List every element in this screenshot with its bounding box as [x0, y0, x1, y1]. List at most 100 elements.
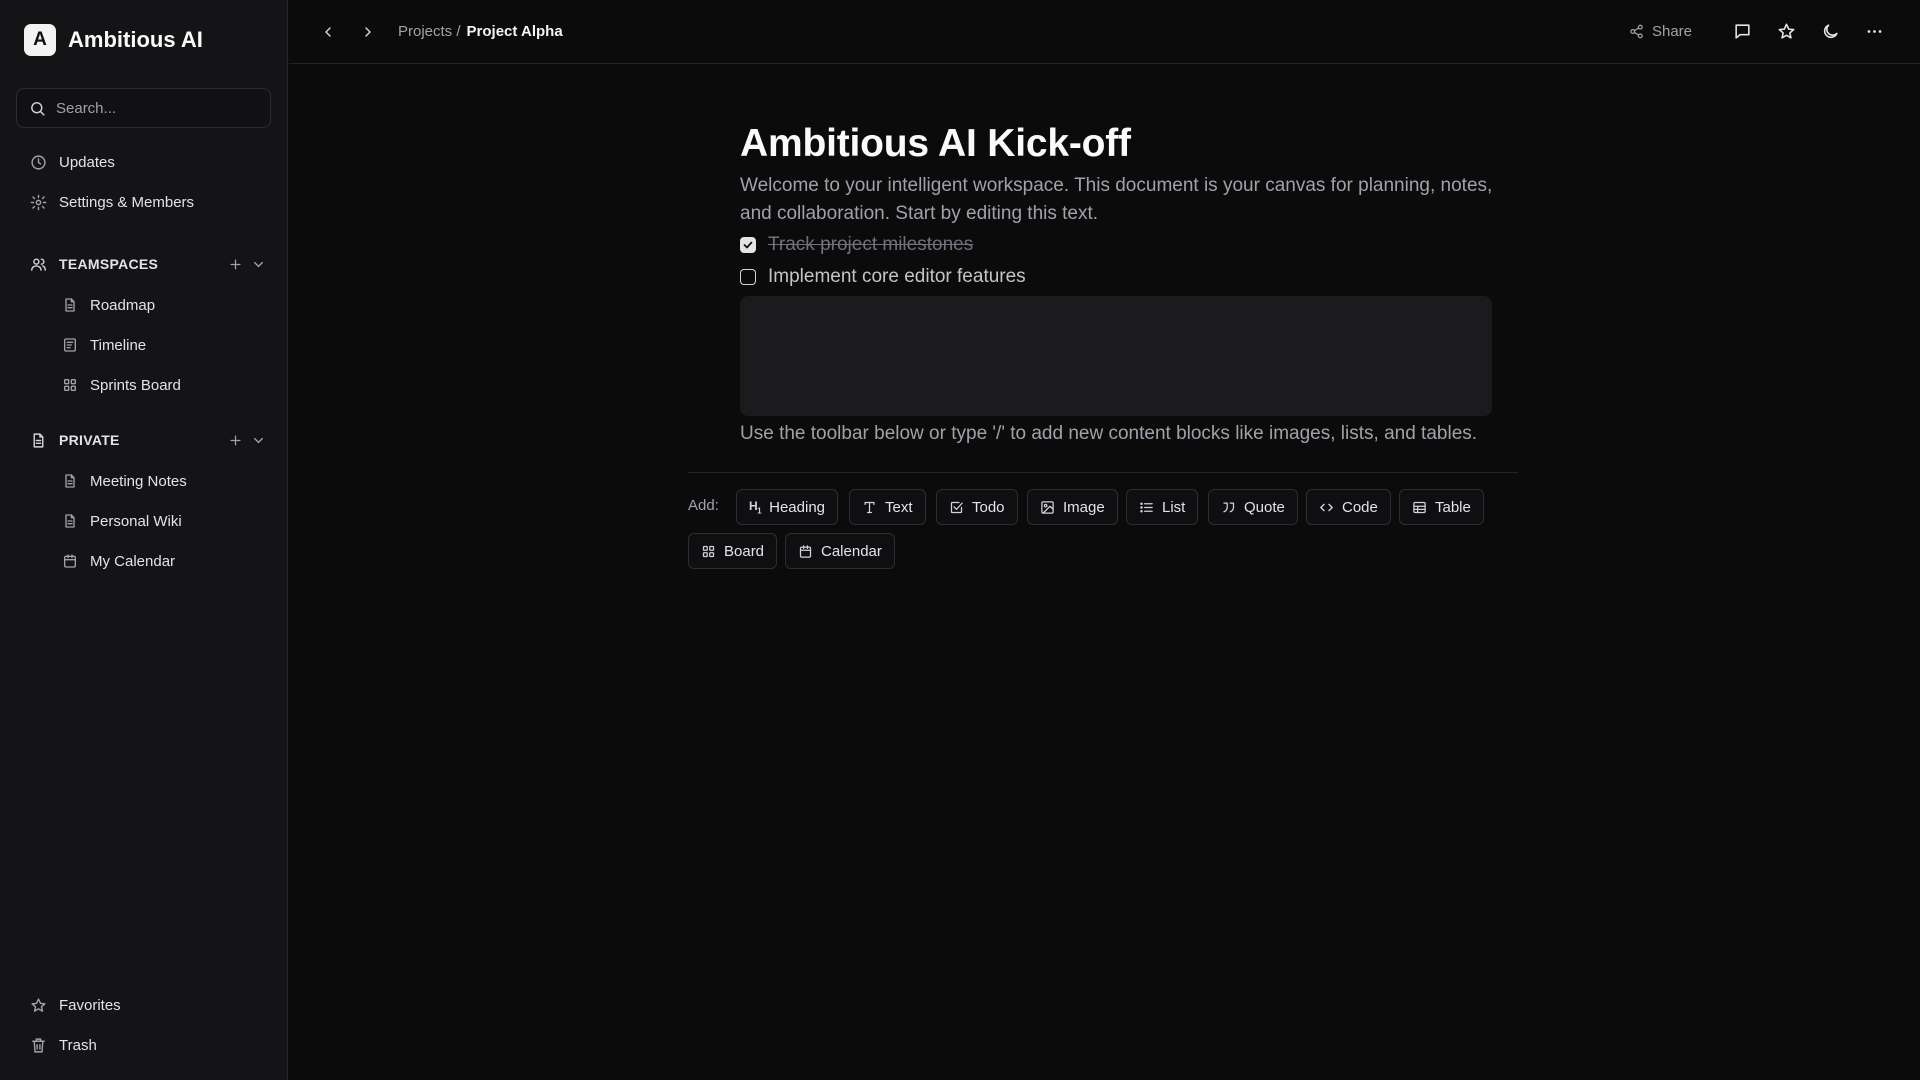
add-text-button[interactable]: Text: [849, 489, 926, 525]
image-icon: [1040, 500, 1055, 515]
sidebar-item-meeting-notes[interactable]: Meeting Notes: [52, 463, 272, 499]
quote-icon: [1221, 500, 1236, 515]
chevron-down-icon[interactable]: [251, 257, 266, 272]
add-todo-button[interactable]: Todo: [936, 489, 1018, 525]
sidebar-item-timeline[interactable]: Timeline: [52, 327, 272, 363]
table-icon: [1412, 500, 1427, 515]
plus-icon[interactable]: [228, 433, 243, 448]
add-code-button[interactable]: Code: [1306, 489, 1391, 525]
add-quote-button[interactable]: Quote: [1208, 489, 1298, 525]
sidebar-item-label: Trash: [59, 1036, 97, 1054]
chevron-right-icon: [360, 24, 376, 40]
todo-item: Implement core editor features: [740, 263, 1026, 291]
people-icon: [30, 256, 47, 273]
sidebar-item-settings[interactable]: Settings & Members: [20, 184, 272, 220]
document-title[interactable]: Ambitious AI Kick-off: [740, 122, 1131, 166]
sidebar-item-roadmap[interactable]: Roadmap: [52, 287, 272, 323]
breadcrumb-current: Project Alpha: [466, 23, 563, 40]
button-label: Quote: [1244, 498, 1285, 516]
sidebar-item-label: Personal Wiki: [90, 512, 182, 530]
sidebar-item-favorites[interactable]: Favorites: [20, 987, 272, 1023]
private-header[interactable]: PRIVATE: [20, 422, 272, 458]
sidebar-item-label: My Calendar: [90, 552, 176, 570]
todo-checkbox[interactable]: [740, 237, 756, 253]
button-label: Image: [1063, 498, 1105, 516]
star-icon: [30, 997, 47, 1014]
breadcrumb-parent[interactable]: Projects /: [398, 23, 461, 40]
document-intro[interactable]: Welcome to your intelligent workspace. T…: [740, 172, 1500, 228]
more-options-button[interactable]: [1854, 12, 1894, 52]
share-icon: [1629, 24, 1644, 39]
button-label: List: [1162, 498, 1186, 516]
clock-icon: [30, 154, 47, 171]
add-table-button[interactable]: Table: [1399, 489, 1484, 525]
star-icon: [1777, 22, 1796, 41]
section-title: TEAMSPACES: [59, 256, 159, 272]
breadcrumb: Projects / Project Alpha: [398, 23, 563, 40]
search-icon: [29, 100, 46, 117]
button-label: Table: [1435, 498, 1471, 516]
board-icon: [701, 544, 716, 559]
list-icon: [1139, 500, 1154, 515]
sidebar-item-sprints-board[interactable]: Sprints Board: [52, 367, 272, 403]
todo-checkbox[interactable]: [740, 269, 756, 285]
add-heading-button[interactable]: H1 Heading: [736, 489, 839, 525]
sidebar-item-personal-wiki[interactable]: Personal Wiki: [52, 503, 272, 539]
comment-icon: [1733, 22, 1752, 41]
timeline-icon: [62, 337, 78, 353]
document-icon: [62, 473, 78, 489]
button-label: Text: [885, 498, 913, 516]
button-label: Code: [1342, 498, 1378, 516]
sidebar-item-label: Updates: [59, 153, 115, 171]
todo-text[interactable]: Track project milestones: [768, 234, 973, 256]
top-bar: Projects / Project Alpha Share: [289, 0, 1920, 64]
back-button[interactable]: [308, 12, 348, 52]
moon-icon: [1821, 22, 1840, 41]
document-icon: [62, 513, 78, 529]
forward-button[interactable]: [348, 12, 388, 52]
todo-item: Track project milestones: [740, 231, 973, 259]
text-icon: [862, 500, 877, 515]
heading-icon: H1: [749, 498, 762, 516]
todo-icon: [949, 500, 964, 515]
theme-toggle-button[interactable]: [1810, 12, 1850, 52]
document-icon: [62, 297, 78, 313]
sidebar-item-label: Sprints Board: [90, 376, 181, 394]
sidebar-item-label: Roadmap: [90, 296, 156, 314]
add-calendar-button[interactable]: Calendar: [785, 533, 895, 569]
comments-button[interactable]: [1722, 12, 1762, 52]
trash-icon: [30, 1037, 47, 1054]
todo-text[interactable]: Implement core editor features: [768, 266, 1026, 288]
chevron-down-icon[interactable]: [251, 433, 266, 448]
check-icon: [743, 241, 753, 249]
add-list-button[interactable]: List: [1126, 489, 1199, 525]
sidebar-item-my-calendar[interactable]: My Calendar: [52, 543, 272, 579]
share-button[interactable]: Share: [1617, 15, 1704, 48]
button-label: Board: [724, 542, 765, 560]
teamspaces-header[interactable]: TEAMSPACES: [20, 246, 272, 282]
divider: [688, 472, 1518, 473]
search-box[interactable]: [16, 88, 271, 128]
add-label: Add:: [688, 497, 719, 514]
button-label: Todo: [972, 498, 1005, 516]
sidebar-item-updates[interactable]: Updates: [20, 144, 272, 180]
sidebar-item-trash[interactable]: Trash: [20, 1027, 272, 1063]
empty-content-block[interactable]: [740, 296, 1492, 416]
app-name: Ambitious AI: [68, 27, 203, 52]
brand[interactable]: A Ambitious AI: [24, 24, 203, 56]
add-image-button[interactable]: Image: [1027, 489, 1118, 525]
add-board-button[interactable]: Board: [688, 533, 778, 569]
more-horizontal-icon: [1865, 22, 1884, 41]
top-actions: Share: [1617, 12, 1894, 52]
search-input[interactable]: [56, 99, 256, 117]
calendar-icon: [62, 553, 78, 569]
favorite-button[interactable]: [1766, 12, 1806, 52]
gear-icon: [30, 194, 47, 211]
code-icon: [1319, 500, 1334, 515]
plus-icon[interactable]: [228, 257, 243, 272]
sidebar: A Ambitious AI Updates Settings & Member…: [0, 0, 288, 1080]
document-icon: [30, 432, 47, 449]
share-label: Share: [1651, 23, 1692, 40]
sidebar-item-label: Timeline: [90, 336, 147, 354]
button-label: Heading: [769, 498, 826, 516]
